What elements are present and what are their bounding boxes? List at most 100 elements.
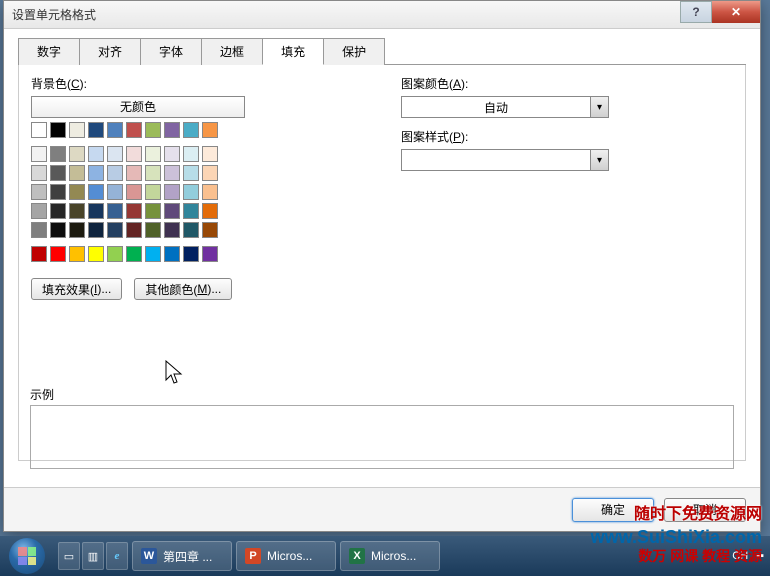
- color-swatch[interactable]: [164, 184, 180, 200]
- color-swatch[interactable]: [69, 184, 85, 200]
- tab-font[interactable]: 字体: [140, 38, 202, 65]
- color-swatch[interactable]: [88, 184, 104, 200]
- color-swatch[interactable]: [183, 122, 199, 138]
- color-swatch[interactable]: [31, 165, 47, 181]
- color-swatch[interactable]: [145, 203, 161, 219]
- color-swatch[interactable]: [164, 122, 180, 138]
- color-swatch[interactable]: [183, 246, 199, 262]
- tab-alignment[interactable]: 对齐: [79, 38, 141, 65]
- color-swatch[interactable]: [50, 165, 66, 181]
- tab-number[interactable]: 数字: [18, 38, 80, 65]
- taskbar-item-word[interactable]: W 第四章 ...: [132, 541, 232, 571]
- color-swatch[interactable]: [107, 165, 123, 181]
- color-swatch[interactable]: [69, 122, 85, 138]
- tab-border[interactable]: 边框: [201, 38, 263, 65]
- color-swatch[interactable]: [69, 165, 85, 181]
- color-swatch[interactable]: [88, 203, 104, 219]
- color-swatch[interactable]: [50, 184, 66, 200]
- window-switcher-icon[interactable]: ▥: [82, 542, 104, 570]
- color-swatch[interactable]: [202, 122, 218, 138]
- color-swatch[interactable]: [126, 146, 142, 162]
- pattern-style-dropdown[interactable]: [401, 149, 609, 171]
- color-swatch[interactable]: [31, 184, 47, 200]
- color-swatch[interactable]: [69, 246, 85, 262]
- color-swatch[interactable]: [164, 222, 180, 238]
- color-swatch[interactable]: [183, 146, 199, 162]
- color-swatch[interactable]: [31, 203, 47, 219]
- color-swatch[interactable]: [31, 222, 47, 238]
- color-swatch[interactable]: [126, 165, 142, 181]
- color-swatch[interactable]: [107, 222, 123, 238]
- color-swatch[interactable]: [31, 246, 47, 262]
- taskbar-item-powerpoint[interactable]: P Micros...: [236, 541, 336, 571]
- color-swatch[interactable]: [164, 146, 180, 162]
- color-swatch[interactable]: [164, 203, 180, 219]
- tab-fill[interactable]: 填充: [262, 38, 324, 65]
- pattern-color-dropdown[interactable]: 自动: [401, 96, 609, 118]
- color-swatch[interactable]: [88, 146, 104, 162]
- color-swatch[interactable]: [145, 122, 161, 138]
- color-swatch[interactable]: [107, 184, 123, 200]
- ie-icon[interactable]: e: [106, 542, 128, 570]
- color-swatch[interactable]: [164, 246, 180, 262]
- color-swatch[interactable]: [183, 203, 199, 219]
- color-swatch[interactable]: [145, 246, 161, 262]
- format-cells-dialog: 设置单元格格式 ? ✕ 数字 对齐 字体 边框 填充 保护 背景色(C): 无颜…: [3, 0, 761, 532]
- help-button[interactable]: ?: [680, 1, 712, 23]
- color-swatch[interactable]: [164, 165, 180, 181]
- color-swatch[interactable]: [107, 203, 123, 219]
- color-swatch[interactable]: [50, 122, 66, 138]
- color-swatch[interactable]: [88, 246, 104, 262]
- color-swatch[interactable]: [126, 122, 142, 138]
- color-swatch[interactable]: [202, 246, 218, 262]
- color-swatch[interactable]: [69, 222, 85, 238]
- color-swatch[interactable]: [50, 222, 66, 238]
- other-colors-button[interactable]: 其他颜色(M)...: [134, 278, 232, 300]
- color-swatch[interactable]: [31, 146, 47, 162]
- color-swatch[interactable]: [69, 146, 85, 162]
- no-color-button[interactable]: 无颜色: [31, 96, 245, 118]
- example-section: 示例: [30, 386, 734, 469]
- color-swatch[interactable]: [202, 146, 218, 162]
- color-swatch[interactable]: [69, 203, 85, 219]
- color-swatch[interactable]: [88, 165, 104, 181]
- color-swatch[interactable]: [107, 122, 123, 138]
- pattern-style-label: 图案样式(P):: [401, 128, 733, 145]
- color-swatch[interactable]: [126, 203, 142, 219]
- color-swatch[interactable]: [88, 222, 104, 238]
- taskbar-item-excel[interactable]: X Micros...: [340, 541, 440, 571]
- color-swatch[interactable]: [126, 222, 142, 238]
- titlebar[interactable]: 设置单元格格式 ? ✕: [4, 1, 760, 29]
- color-swatch[interactable]: [50, 146, 66, 162]
- color-swatch[interactable]: [107, 146, 123, 162]
- color-swatch[interactable]: [202, 222, 218, 238]
- color-swatch[interactable]: [183, 222, 199, 238]
- color-swatch[interactable]: [202, 165, 218, 181]
- color-swatch[interactable]: [145, 184, 161, 200]
- color-swatch[interactable]: [183, 184, 199, 200]
- color-swatch[interactable]: [183, 165, 199, 181]
- fill-effects-button[interactable]: 填充效果(I)...: [31, 278, 122, 300]
- pattern-color-label: 图案颜色(A):: [401, 75, 733, 92]
- color-swatch[interactable]: [107, 246, 123, 262]
- close-button[interactable]: ✕: [712, 1, 760, 23]
- color-swatch[interactable]: [126, 246, 142, 262]
- chevron-down-icon[interactable]: [590, 150, 608, 170]
- color-swatch[interactable]: [202, 184, 218, 200]
- chevron-down-icon[interactable]: [590, 97, 608, 117]
- color-swatch[interactable]: [88, 122, 104, 138]
- taskbar-label: Micros...: [371, 549, 416, 563]
- color-swatch[interactable]: [126, 184, 142, 200]
- start-button[interactable]: [0, 536, 54, 576]
- color-swatch[interactable]: [202, 203, 218, 219]
- color-swatch[interactable]: [50, 203, 66, 219]
- color-swatch[interactable]: [145, 222, 161, 238]
- tab-protection[interactable]: 保护: [323, 38, 385, 65]
- theme-colors: [31, 122, 361, 138]
- show-desktop-icon[interactable]: ▭: [58, 542, 80, 570]
- taskbar-label: Micros...: [267, 549, 312, 563]
- color-swatch[interactable]: [145, 146, 161, 162]
- color-swatch[interactable]: [145, 165, 161, 181]
- color-swatch[interactable]: [50, 246, 66, 262]
- color-swatch[interactable]: [31, 122, 47, 138]
